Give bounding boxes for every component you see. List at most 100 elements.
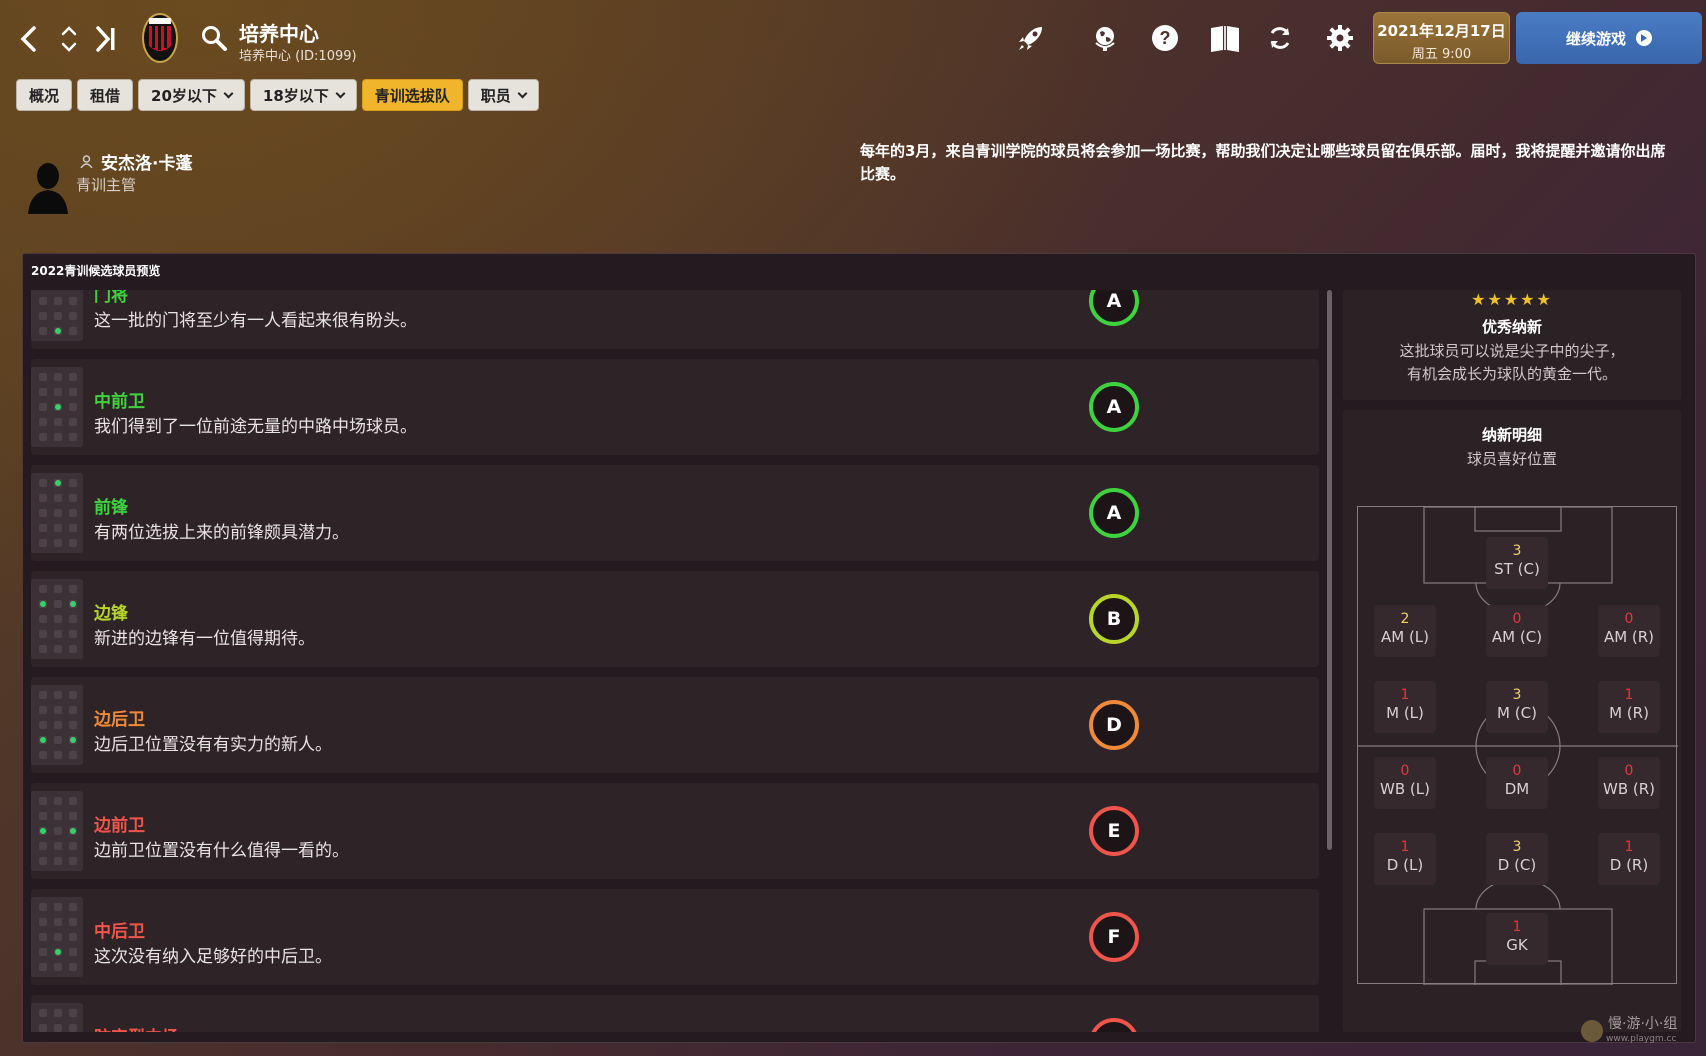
date-day: 2021年12月17日 [1377, 22, 1506, 40]
mini-pitch-icon [31, 791, 83, 871]
slot-count: 0 [1512, 611, 1522, 627]
rating-stars-icon: ★★★★★ [1471, 290, 1553, 309]
slot-label: M (L) [1386, 704, 1424, 722]
slot-label: AM (R) [1603, 628, 1655, 646]
intake-preview-panel: 2022青训候选球员预览 门将 这一批的门将至少有一人看起来很有盼头。 A 中前卫 我们… [22, 253, 1696, 1043]
mini-pitch-icon [31, 473, 83, 553]
list-item[interactable]: 防守型中场这次招新没招到防守型中场- [31, 995, 1319, 1032]
globe-icon[interactable] [1087, 20, 1123, 56]
game-date[interactable]: 2021年12月17日 周五 9:00 [1373, 12, 1510, 64]
up-down-icon[interactable] [54, 22, 84, 56]
position-title: 防守型中场 [94, 1023, 179, 1032]
slot-label: ST (C) [1494, 560, 1540, 578]
position-slot-st-c[interactable]: 3 ST (C) [1486, 537, 1548, 589]
list-item[interactable]: 边后卫 边后卫位置没有有实力的新人。 D [31, 677, 1319, 773]
search-icon[interactable] [200, 24, 230, 54]
tab-label: 租借 [90, 86, 121, 105]
slot-label: DM [1504, 780, 1530, 798]
position-slot-wb-l[interactable]: 0 WB (L) [1374, 757, 1436, 809]
mini-pitch-icon [31, 579, 83, 659]
svg-text:慢·游·小·组: 慢·游·小·组 [1608, 1015, 1677, 1032]
position-slot-m-c[interactable]: 3M (C) [1486, 681, 1548, 733]
slot-label: M (C) [1497, 704, 1537, 722]
gear-icon[interactable] [1322, 20, 1358, 56]
slot-label: WB (R) [1602, 780, 1656, 798]
list-item[interactable]: 前锋 有两位选拔上来的前锋颇具潜力。 A [31, 465, 1319, 561]
slot-label: D (R) [1609, 856, 1649, 874]
refresh-icon[interactable] [1262, 20, 1298, 56]
slot-count: 2 [1400, 611, 1410, 627]
position-slot-d-c[interactable]: 3D (C) [1486, 833, 1548, 885]
slot-count: 1 [1400, 687, 1410, 703]
help-icon[interactable]: ? [1147, 20, 1183, 56]
position-description: 新进的边锋有一位值得期待。 [94, 629, 315, 649]
list-item[interactable]: 门将这一批的门将至少有一人看起来很有盼头。 A [31, 290, 1319, 349]
chevron-down-icon [517, 88, 528, 98]
page-title: 培养中心 [239, 22, 319, 46]
position-slot-gk[interactable]: 1 GK [1486, 913, 1548, 965]
position-title: 前锋 [94, 498, 128, 518]
staff-name-label: 安杰洛·卡蓬 [101, 154, 193, 174]
slot-count: 1 [1512, 919, 1522, 935]
slot-count: 3 [1512, 687, 1522, 703]
tab-label: 概况 [29, 86, 60, 105]
position-slot-am-c[interactable]: 0 AM (C) [1486, 605, 1548, 657]
forward-last-icon[interactable] [90, 22, 120, 56]
grade-badge: A [1089, 290, 1139, 326]
slot-label: M (R) [1609, 704, 1649, 722]
slot-count: 1 [1400, 839, 1410, 855]
position-slot-wb-r[interactable]: 0 WB (R) [1598, 757, 1660, 809]
tab-2[interactable]: 20岁以下 [138, 79, 245, 111]
position-list[interactable]: 门将这一批的门将至少有一人看起来很有盼头。 A 中前卫 我们得到了一位前途无量的中路中… [31, 290, 1319, 1032]
back-icon[interactable] [14, 22, 44, 56]
rocket-icon[interactable] [1013, 20, 1049, 56]
list-scrollbar[interactable] [1327, 290, 1332, 850]
slot-label: AM (L) [1380, 628, 1430, 646]
continue-button[interactable]: 继续游戏 [1516, 12, 1702, 64]
tab-1[interactable]: 租借 [77, 79, 134, 111]
date-time: 周五 9:00 [1411, 47, 1472, 62]
position-description: 边前卫位置没有什么值得一看的。 [94, 841, 349, 861]
avatar [26, 158, 70, 214]
position-title: 边前卫 [94, 816, 145, 836]
club-crest-icon [141, 12, 179, 64]
position-title: 中后卫 [94, 922, 145, 942]
position-slot-am-l[interactable]: 2 AM (L) [1374, 605, 1436, 657]
intake-detail-card: 纳新明细 球员喜好位置 3 ST (C) 2 AM (L) 0 AM (C) 0 AM (R)… [1343, 410, 1681, 1032]
list-item[interactable]: 中前卫 我们得到了一位前途无量的中路中场球员。 A [31, 359, 1319, 455]
person-icon [80, 155, 93, 168]
mini-pitch-icon [31, 290, 83, 341]
position-title: 边后卫 [94, 710, 145, 730]
tab-3[interactable]: 18岁以下 [249, 79, 357, 111]
chevron-down-icon [223, 88, 234, 98]
position-description: 这一批的门将至少有一人看起来很有盼头。 [94, 311, 417, 331]
position-description: 有两位选拔上来的前锋颇具潜力。 [94, 523, 349, 543]
tab-4[interactable]: 青训选拔队 [361, 79, 463, 111]
position-slot-am-r[interactable]: 0 AM (R) [1598, 605, 1660, 657]
position-slot-m-r[interactable]: 1M (R) [1598, 681, 1660, 733]
position-slot-dm[interactable]: 0 DM [1486, 757, 1548, 809]
list-item[interactable]: 边锋 新进的边锋有一位值得期待。 B [31, 571, 1319, 667]
slot-count: 1 [1624, 839, 1634, 855]
arrow-right-icon [1636, 30, 1652, 46]
intro-text: 每年的3月，来自青训学院的球员将会参加一场比赛，帮助我们决定让哪些球员留在俱乐部… [860, 142, 1666, 183]
list-item[interactable]: 中后卫 这次没有纳入足够好的中后卫。 F [31, 889, 1319, 985]
watermark-url: www.playgm.cc [1606, 1034, 1677, 1044]
staff-name[interactable]: 安杰洛·卡蓬 [80, 149, 192, 174]
position-slot-d-l[interactable]: 1D (L) [1374, 833, 1436, 885]
position-slot-m-l[interactable]: 1M (L) [1374, 681, 1436, 733]
slot-count: 1 [1624, 687, 1634, 703]
svg-text:?: ? [1160, 28, 1171, 48]
tab-0[interactable]: 概况 [16, 79, 73, 111]
position-slot-d-r[interactable]: 1D (R) [1598, 833, 1660, 885]
slot-label: AM (C) [1491, 628, 1543, 646]
chevron-down-icon [335, 88, 346, 98]
slot-count: 0 [1624, 763, 1634, 779]
intake-subtitle: 球员喜好位置 [1466, 450, 1557, 468]
book-icon[interactable] [1207, 20, 1243, 56]
position-title: 门将 [94, 290, 128, 306]
intake-title: 纳新明细 [1481, 426, 1542, 444]
tab-5[interactable]: 职员 [467, 79, 539, 111]
slot-count: 0 [1400, 763, 1410, 779]
list-item[interactable]: 边前卫 边前卫位置没有什么值得一看的。 E [31, 783, 1319, 879]
